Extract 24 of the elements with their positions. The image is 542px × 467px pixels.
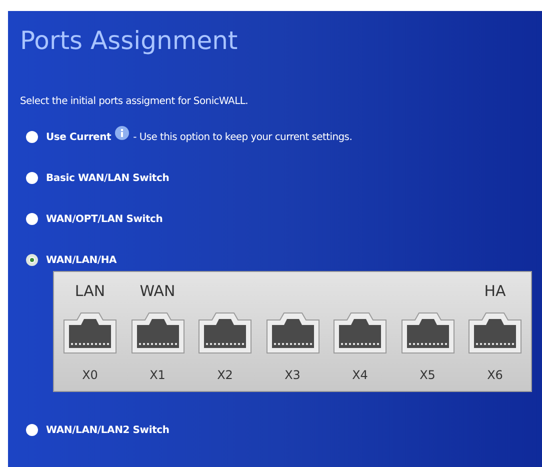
port-name: X1 (150, 367, 166, 384)
port-role-label: HA (484, 281, 506, 302)
intro-text: Select the initial ports assigment for SonicWALL. (20, 95, 250, 109)
radio-button[interactable] (26, 254, 38, 266)
port-name: X0 (82, 367, 98, 384)
option-label[interactable]: WAN/OPT/LAN Switch (46, 212, 163, 226)
option-label[interactable]: WAN/LAN/LAN2 Switch (46, 422, 170, 438)
port-name: X3 (284, 367, 300, 384)
option-description: - Use this option to keep your current settings. (133, 130, 352, 144)
port-name: X4 (352, 367, 368, 384)
port-name: X5 (420, 367, 436, 384)
option-label[interactable]: Use Current (46, 130, 112, 144)
port-role-label: WAN (140, 281, 176, 302)
option-label[interactable]: Basic WAN/LAN Switch (46, 170, 170, 186)
radio-button[interactable] (26, 172, 38, 184)
info-icon[interactable] (115, 126, 130, 140)
port-name: X6 (487, 367, 503, 384)
radio-button[interactable] (26, 213, 38, 225)
port-name: X2 (217, 367, 233, 384)
port-role-label: LAN (74, 281, 106, 302)
option-label[interactable]: WAN/LAN/HA (46, 252, 117, 268)
radio-button[interactable] (26, 131, 38, 143)
page-title: Ports Assignment (20, 25, 239, 57)
radio-button[interactable] (26, 424, 38, 436)
